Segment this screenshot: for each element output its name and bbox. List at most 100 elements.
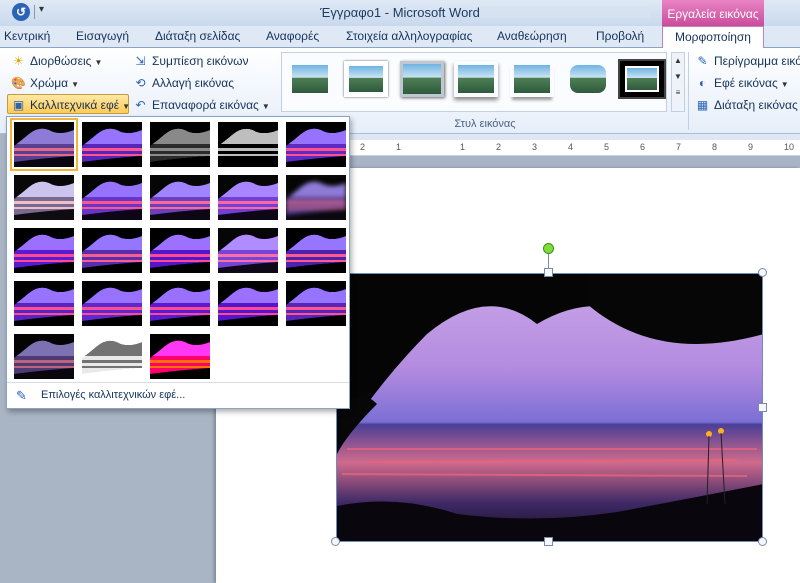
artistic-effect-thumb[interactable] [82,334,142,379]
artistic-effects-menu: ✎ Επιλογές καλλιτεχνικών εφέ... [6,116,350,409]
color-label: Χρώμα [30,76,69,90]
pen-icon: ✎ [697,54,708,68]
artistic-effect-thumb[interactable] [150,122,210,167]
palette-icon: 🎨 [11,76,26,90]
artistic-effect-thumb[interactable] [14,175,74,220]
artistic-effect-thumb[interactable] [82,228,142,273]
group-divider [688,52,689,130]
resize-handle-ne[interactable] [758,268,767,277]
title-bar: ↺ ▾ Έγγραφο1 - Microsoft Word Εργαλεία ε… [0,0,800,26]
ruler-label: 3 [532,142,538,152]
tab-format[interactable]: Μορφοποίηση [662,26,764,49]
sun-icon: ☀ [13,54,24,68]
chevron-down-icon: ▼ [780,80,789,89]
corrections-label: Διορθώσεις [30,54,92,68]
artistic-effect-thumb[interactable] [218,228,278,273]
picture-style-3[interactable] [400,61,444,97]
tab-page-layout[interactable]: Διάταξη σελίδας [155,29,240,43]
chevron-down-icon: ▼ [122,102,131,111]
artistic-effects-icon: ▣ [12,98,25,112]
horizontal-ruler[interactable]: 2 1 1 2 3 4 5 6 7 8 9 10 [350,140,800,156]
artistic-effect-thumb[interactable] [10,118,78,171]
artistic-effect-thumb[interactable] [82,175,142,220]
artistic-effect-thumb[interactable] [218,175,278,220]
tab-home[interactable]: Κεντρική [4,29,50,43]
color-button[interactable]: 🎨 Χρώμα ▼ [8,73,79,93]
effects-icon: ◐ [698,76,707,90]
artistic-effect-thumb[interactable] [14,334,74,379]
menu-divider [7,382,349,383]
picture-style-7[interactable] [618,59,666,99]
tab-references[interactable]: Αναφορές [266,29,319,43]
ruler-label: 1 [396,142,402,152]
artistic-effect-thumb[interactable] [150,228,210,273]
artistic-effect-thumb[interactable] [218,281,278,326]
ruler-label: 2 [360,142,366,152]
ruler-label: 8 [712,142,718,152]
change-picture-icon: ⟲ [135,76,146,90]
ruler-label: 4 [568,142,574,152]
chevron-down-icon: ▼ [261,102,270,111]
picture-style-2[interactable] [344,61,388,97]
picture-border-button[interactable]: ✎ Περίγραμμα εικό [692,51,800,71]
artistic-effects-label: Καλλιτεχνικά εφέ [30,98,120,112]
artistic-effects-button[interactable]: ▣ Καλλιτεχνικά εφέ ▼ [7,94,131,114]
picture-style-4[interactable] [454,61,498,97]
artistic-effects-options-item[interactable]: ✎ Επιλογές καλλιτεχνικών εφέ... [7,385,349,407]
layout-icon: ▦ [696,98,709,112]
picture-style-5[interactable] [510,61,554,97]
artistic-effect-thumb[interactable] [82,281,142,326]
tab-review[interactable]: Αναθεώρηση [497,29,567,43]
resize-handle-n[interactable] [544,268,553,277]
resize-handle-e[interactable] [758,403,767,412]
compress-label: Συμπίεση εικόνων [152,54,249,68]
styles-gallery-scroll[interactable]: ▲ ▼ ≡ [671,52,685,112]
sunset-photo [337,274,762,541]
chevron-down-icon: ▼ [94,58,103,67]
picture-border-label: Περίγραμμα εικό [714,54,800,68]
artistic-effect-thumb[interactable] [286,175,346,220]
ruler-label: 5 [604,142,610,152]
ruler-label: 10 [784,142,795,152]
change-picture-label: Αλλαγή εικόνας [152,76,235,90]
artistic-effect-thumb[interactable] [150,175,210,220]
artistic-effect-thumb[interactable] [286,122,346,167]
ruler-label: 9 [748,142,754,152]
change-picture-button[interactable]: ⟲ Αλλαγή εικόνας [130,73,234,93]
artistic-effect-thumb[interactable] [218,122,278,167]
ruler-label: 2 [496,142,502,152]
picture-style-6[interactable] [566,61,610,97]
rotate-handle[interactable] [543,243,554,254]
ribbon-tabs: Κεντρική Εισαγωγή Διάταξη σελίδας Αναφορ… [0,26,800,49]
reset-picture-button[interactable]: ↶ Επαναφορά εικόνας ▼ [130,95,270,115]
picture-style-1[interactable] [288,61,332,97]
picture-layout-button[interactable]: ▦ Διάταξη εικόνας▼ [692,95,800,115]
artistic-effect-thumb[interactable] [150,334,210,379]
artistic-effect-thumb[interactable] [150,281,210,326]
picture-styles-gallery[interactable] [281,52,667,112]
picture-layout-label: Διάταξη εικόνας [714,98,798,112]
chevron-down-icon: ▼ [71,80,79,89]
picture-effects-button[interactable]: ◐ Εφέ εικόνας ▼ [692,73,789,93]
ruler-label: 1 [460,142,466,152]
artistic-options-icon: ✎ [16,388,27,403]
ruler-label: 7 [676,142,682,152]
artistic-effect-thumb[interactable] [286,281,346,326]
resize-handle-s[interactable] [544,537,553,546]
tab-mailings[interactable]: Στοιχεία αλληλογραφίας [346,29,472,43]
compress-pictures-button[interactable]: ⇲ Συμπίεση εικόνων [130,51,249,71]
artistic-effect-thumb[interactable] [14,228,74,273]
corrections-button[interactable]: ☀ Διορθώσεις ▼ [8,51,102,71]
ruler-label: 6 [640,142,646,152]
reset-picture-icon: ↶ [135,98,146,112]
compress-icon: ⇲ [135,54,146,68]
selected-picture[interactable] [336,273,763,542]
tab-insert[interactable]: Εισαγωγή [76,29,129,43]
artistic-effect-thumb[interactable] [14,281,74,326]
artistic-effect-thumb[interactable] [82,122,142,167]
artistic-effects-options-label: Επιλογές καλλιτεχνικών εφέ... [41,389,186,401]
resize-handle-sw[interactable] [331,537,340,546]
tab-view[interactable]: Προβολή [596,29,644,43]
resize-handle-se[interactable] [758,537,767,546]
artistic-effect-thumb[interactable] [286,228,346,273]
